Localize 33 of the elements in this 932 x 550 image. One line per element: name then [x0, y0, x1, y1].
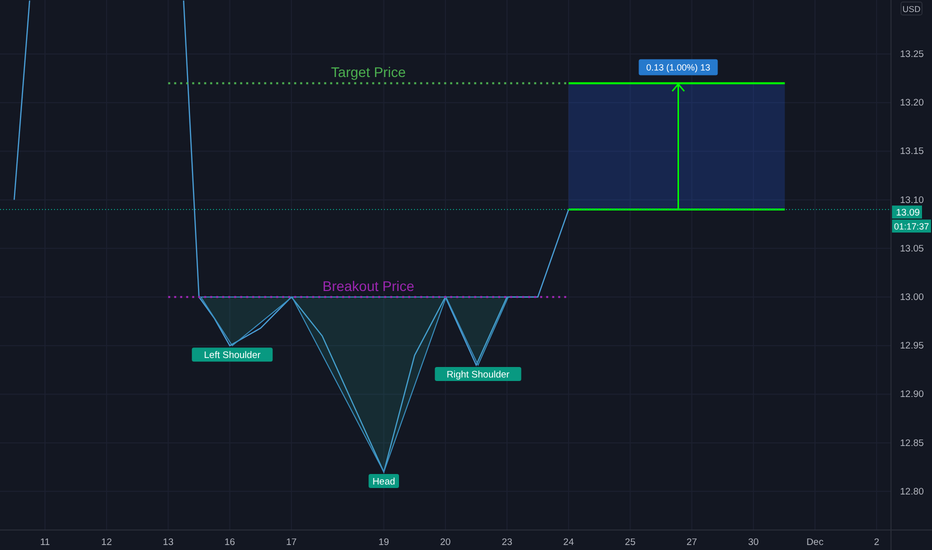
date-label: 27	[686, 537, 698, 548]
level-label: Target Price	[331, 64, 406, 80]
date-label: 16	[224, 537, 236, 548]
price-label: 13.10	[900, 194, 924, 206]
date-label: 24	[563, 537, 574, 548]
date-label: 23	[502, 537, 512, 548]
date-label: 25	[624, 537, 636, 548]
level-label: Breakout Price	[322, 278, 414, 294]
price-badge: 13.09	[892, 206, 922, 219]
pattern-tag: Right Shoulder	[434, 367, 522, 382]
price-label: 13.00	[900, 292, 924, 304]
currency-badge[interactable]: USD	[900, 2, 922, 16]
countdown-badge: 01:17:37	[892, 220, 931, 233]
price-label: 13.20	[900, 98, 924, 109]
date-label: 12	[101, 537, 112, 548]
pattern-tag: Left Shoulder	[192, 348, 273, 362]
price-label: 12.90	[900, 389, 924, 400]
price-label: 12.85	[900, 438, 924, 449]
price-label: 13.05	[900, 243, 924, 254]
date-label: 19	[378, 537, 390, 548]
date-label: Dec	[806, 537, 824, 548]
date-label: 30	[748, 537, 759, 548]
date-label: 2	[874, 537, 880, 548]
measure-tag: 0.13 (1.00%) 13	[638, 59, 718, 76]
price-label: 13.15	[900, 146, 924, 158]
price-label: 12.80	[900, 486, 924, 498]
date-label: 20	[440, 537, 451, 548]
pattern-tag: Head	[368, 474, 399, 488]
price-label: 13.25	[900, 49, 924, 60]
date-label: 17	[286, 537, 297, 548]
date-label: 13	[162, 537, 174, 548]
price-label: 12.95	[900, 340, 924, 352]
date-label: 11	[40, 537, 50, 548]
